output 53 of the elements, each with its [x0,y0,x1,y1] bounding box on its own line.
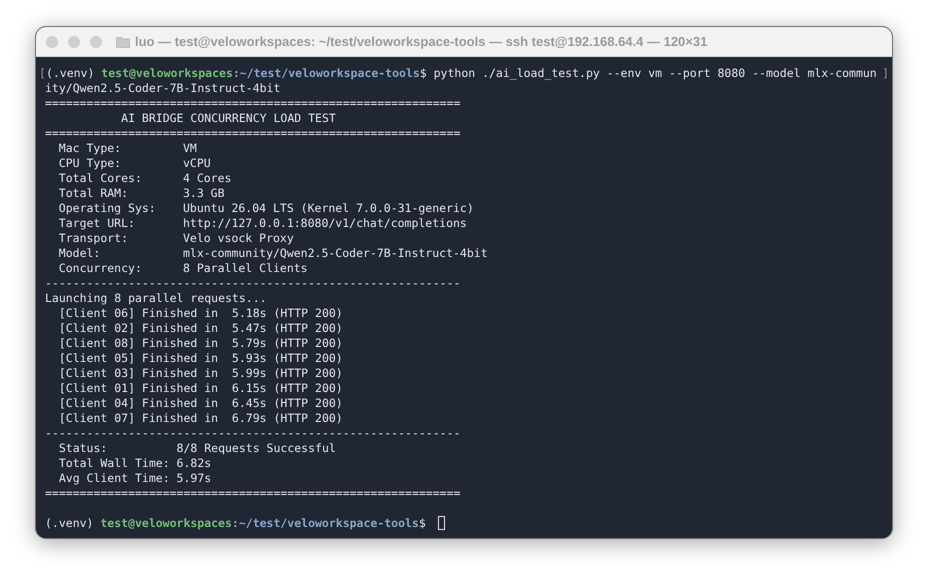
prompt-symbol: $ [418,516,426,531]
zoom-button[interactable] [90,36,102,48]
window-title: luo — test@veloworkspaces: ~/test/veloworkspace-tools — ssh test@192.168.64.4 — 120×31 [135,34,708,49]
field-value: vCPU [182,156,211,171]
prompt-env: (.venv) [46,66,94,81]
field-value: Ubuntu 26.04 LTS (Kernel 7.0.0-31-generic) [182,201,474,216]
output-line: Total Wall Time: 6.82s [58,456,212,471]
output-line: Status: 8/8 Requests Successful [58,441,336,456]
prompt-env: (.venv) [45,516,94,531]
field-label: Target URL: [58,216,136,231]
output-line: ------------------------------------------------------------ [45,276,460,291]
field-value: VM [182,141,197,156]
output-line: [Client 06] Finished in 5.18s (HTTP 200) [58,306,343,321]
output-line: [Client 02] Finished in 5.47s (HTTP 200) [58,321,343,336]
output-line: [Client 08] Finished in 5.79s (HTTP 200) [58,336,343,351]
field-label: CPU Type: [58,156,122,171]
output-line: [Client 04] Finished in 6.45s (HTTP 200) [58,396,343,411]
field-value: mlx-community/Qwen2.5-Coder-7B-Instruct-4bit [182,246,488,261]
field-label: Concurrency: [58,261,143,276]
line-mark: ] [881,66,889,81]
output-line: [Client 01] Finished in 6.15s (HTTP 200) [58,381,343,396]
prompt-symbol: $ [420,66,427,81]
output-line: Launching 8 parallel requests... [45,291,267,306]
line-mark: [ [39,66,46,81]
output-line: ============================================================ [45,486,460,501]
field-value: Velo vsock Proxy [182,231,294,246]
field-label: Total RAM: [58,186,130,201]
prompt-path: :~/test/veloworkspace-tools [232,66,420,81]
output-line: [Client 03] Finished in 5.99s (HTTP 200) [58,366,343,381]
field-label: Model: [58,246,102,261]
output-line: ity/Qwen2.5-Coder-7B-Instruct-4bit [45,81,280,96]
minimize-button[interactable] [68,36,80,48]
output-line: [Client 05] Finished in 5.93s (HTTP 200) [58,351,343,366]
field-value: 8 Parallel Clients [182,261,308,276]
output-line: ============================================================ [45,96,460,111]
field-label: Total Cores: [58,171,143,186]
command-text: python ./ai_load_test.py --env vm --port 8080 --model mlx-commun [434,66,877,81]
prompt-user-host: test@veloworkspaces [101,66,233,81]
field-value: 4 Cores [182,171,232,186]
field-label: Mac Type: [58,141,122,156]
close-button[interactable] [46,36,58,48]
output-line: ------------------------------------------------------------ [45,426,460,441]
field-label: Operating Sys: [58,201,157,216]
output-line: ============================================================ [45,126,460,141]
prompt-path: :~/test/veloworkspace-tools [232,516,419,531]
output-line: [Client 07] Finished in 6.79s (HTTP 200) [58,411,343,426]
folder-icon [116,36,130,48]
output-line: Avg Client Time: 5.97s [58,471,212,486]
field-label: Transport: [58,231,130,246]
field-value: http://127.0.0.1:8080/v1/chat/completions [182,216,467,231]
prompt-user-host: test@veloworkspaces [100,516,232,531]
field-value: 3.3 GB [182,186,225,201]
output-line: AI BRIDGE CONCURRENCY LOAD TEST [120,111,336,126]
